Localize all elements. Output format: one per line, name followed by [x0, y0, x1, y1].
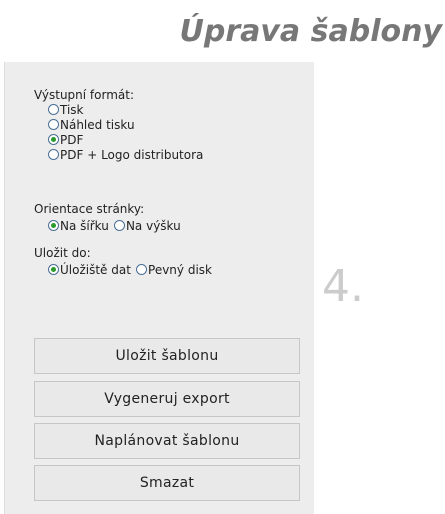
page-title: Úprava šablony: [179, 14, 443, 49]
save-template-button[interactable]: Uložit šablonu: [34, 338, 300, 374]
schedule-template-button[interactable]: Naplánovat šablonu: [34, 423, 300, 459]
generate-export-button[interactable]: Vygeneruj export: [34, 381, 300, 417]
radio-checked-icon[interactable]: [48, 264, 59, 275]
output-format-label: Výstupní formát:: [34, 88, 135, 102]
radio-icon[interactable]: [48, 104, 59, 115]
radio-icon[interactable]: [48, 149, 59, 160]
delete-button[interactable]: Smazat: [34, 465, 300, 501]
orientation-label: Orientace stránky:: [34, 202, 145, 216]
save-to-option-hard-disk[interactable]: Pevný disk: [136, 262, 212, 277]
orientation-option-landscape[interactable]: Na šířku: [48, 218, 109, 233]
format-option-print[interactable]: Tisk: [48, 102, 203, 117]
save-to-option-storage[interactable]: Úložiště dat: [48, 262, 131, 277]
radio-icon[interactable]: [136, 264, 148, 275]
radio-checked-icon[interactable]: [48, 134, 59, 145]
format-option-pdf-logo[interactable]: PDF + Logo distributora: [48, 147, 203, 162]
orientation-option-portrait[interactable]: Na výšku: [113, 218, 181, 233]
save-to-group: Uložit do: Úložiště dat Pevný disk: [34, 246, 212, 279]
output-format-group: Výstupní formát: Tisk Náhled tisku PDF P…: [34, 88, 203, 162]
step-number: 4.: [322, 261, 364, 312]
orientation-group: Orientace stránky: Na šířku Na výšku: [34, 202, 181, 235]
radio-icon[interactable]: [113, 220, 125, 231]
format-option-print-preview[interactable]: Náhled tisku: [48, 117, 203, 132]
radio-icon[interactable]: [48, 119, 59, 130]
format-option-pdf[interactable]: PDF: [48, 132, 203, 147]
radio-checked-icon[interactable]: [48, 220, 59, 231]
save-to-label: Uložit do:: [34, 246, 91, 260]
